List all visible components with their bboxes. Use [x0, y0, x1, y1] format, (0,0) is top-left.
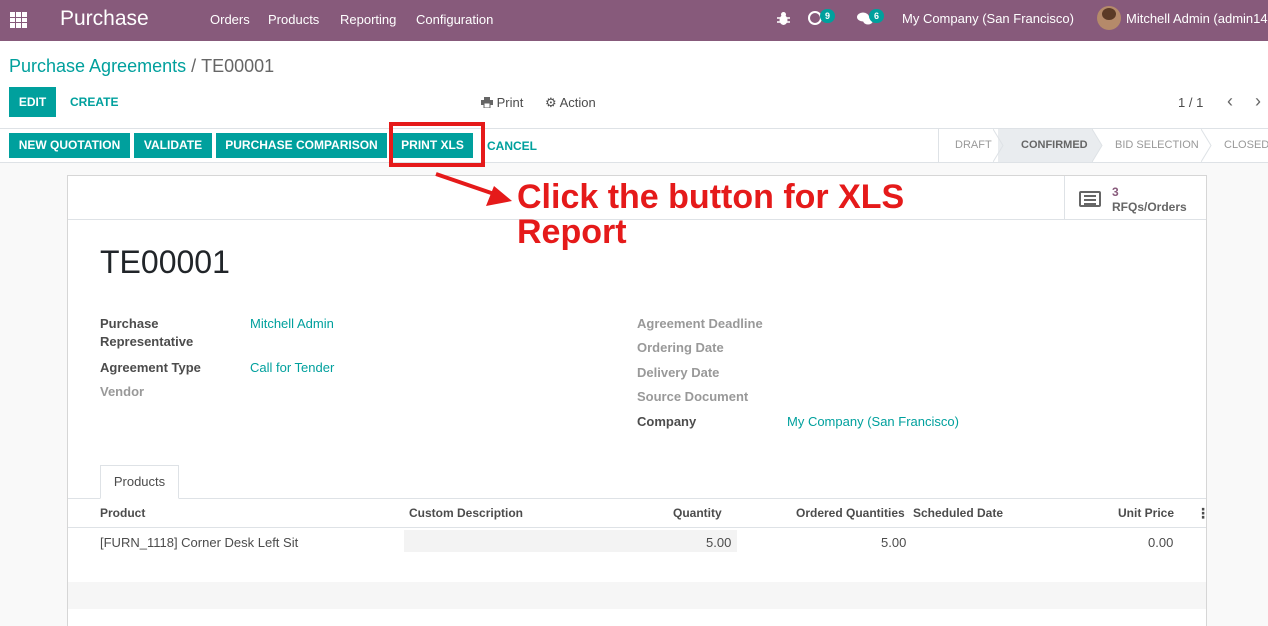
row-product[interactable]: [FURN_1118] Corner Desk Left Sit	[100, 535, 298, 550]
annotation-line2: Report	[517, 213, 627, 251]
user-avatar[interactable]	[1097, 6, 1121, 30]
breadcrumb-separator: /	[191, 56, 197, 76]
row-custom-description-cell[interactable]	[404, 530, 737, 552]
message-count-badge: 6	[869, 9, 885, 23]
empty-row	[68, 609, 1206, 626]
breadcrumb-parent-link[interactable]: Purchase Agreements	[9, 56, 186, 76]
bug-icon[interactable]	[777, 11, 790, 27]
column-scheduled-date[interactable]: Scheduled Date	[913, 506, 1003, 520]
column-quantity[interactable]: Quantity	[673, 506, 722, 520]
delivery-date-label: Delivery Date	[637, 365, 720, 380]
rfqs-orders-smart-button[interactable]: 3 RFQs/Orders	[1064, 176, 1206, 220]
tab-divider	[68, 498, 1206, 499]
validate-button[interactable]: VALIDATE	[134, 133, 212, 158]
rfqs-label: RFQs/Orders	[1112, 200, 1187, 214]
column-custom-description[interactable]: Custom Description	[409, 506, 523, 520]
status-bar: NEW QUOTATION VALIDATE PURCHASE COMPARIS…	[0, 129, 1268, 163]
pager-previous-icon[interactable]: ‹	[1227, 91, 1233, 112]
column-product[interactable]: Product	[100, 506, 145, 520]
stage-chevron-1	[993, 129, 1004, 162]
user-menu[interactable]: Mitchell Admin (admin14	[1126, 11, 1268, 26]
purchase-comparison-button[interactable]: PURCHASE COMPARISON	[216, 133, 387, 158]
agreement-type-label: Agreement Type	[100, 360, 201, 375]
apps-menu-icon[interactable]	[10, 12, 27, 28]
stage-draft: DRAFT	[955, 139, 992, 151]
ordering-date-label: Ordering Date	[637, 340, 724, 355]
annotation-arrow-icon	[435, 172, 512, 206]
purchase-rep-label-line2: Representative	[100, 334, 194, 349]
create-button[interactable]: CREATE	[70, 95, 118, 109]
stage-closed: CLOSED	[1224, 139, 1268, 151]
record-title: TE00001	[100, 244, 230, 280]
pager-value[interactable]: 1 / 1	[1178, 95, 1203, 110]
empty-row	[68, 555, 1206, 582]
action-dropdown[interactable]: ⚙ Action	[545, 95, 596, 111]
empty-row	[68, 582, 1206, 609]
agreement-type-value[interactable]: Call for Tender	[250, 360, 334, 375]
rfqs-count: 3	[1112, 185, 1119, 199]
action-label: Action	[559, 95, 596, 110]
print-xls-highlight	[389, 122, 485, 167]
pager-next-icon[interactable]: ›	[1255, 91, 1261, 112]
column-unit-price[interactable]: Unit Price	[1118, 506, 1174, 520]
purchase-rep-label-line1: Purchase	[100, 316, 159, 331]
purchase-rep-label: Purchase Representative	[100, 316, 193, 349]
vendor-label: Vendor	[100, 384, 145, 399]
annotation-text: Click the button for XLS Report	[517, 180, 904, 250]
new-quotation-button[interactable]: NEW QUOTATION	[9, 133, 130, 158]
purchase-rep-value[interactable]: Mitchell Admin	[250, 316, 334, 331]
top-navbar: Purchase Orders Products Reporting Confi…	[0, 0, 1268, 41]
list-icon	[1079, 191, 1101, 207]
menu-products[interactable]: Products	[268, 12, 319, 27]
column-ordered-quantities[interactable]: Ordered Quantities	[796, 506, 905, 520]
stage-pipeline: DRAFT CONFIRMED BID SELECTION CLOSED	[938, 129, 1268, 162]
breadcrumb-current: TE00001	[201, 56, 275, 76]
breadcrumb: Purchase Agreements / TE00001	[9, 56, 274, 77]
company-label: Company	[637, 414, 697, 429]
activity-count-badge: 9	[820, 9, 836, 23]
row-unit-price[interactable]: 0.00	[1148, 535, 1173, 550]
control-panel: Purchase Agreements / TE00001 EDIT CREATE …	[0, 41, 1268, 129]
print-dropdown[interactable]: Print	[481, 95, 523, 110]
company-switcher[interactable]: My Company (San Francisco)	[902, 11, 1074, 26]
cancel-button[interactable]: CANCEL	[487, 139, 537, 153]
stage-chevron-3	[1201, 129, 1212, 162]
menu-orders[interactable]: Orders	[210, 12, 250, 27]
print-icon	[481, 97, 493, 109]
row-ordered-quantities: 5.00	[881, 535, 907, 550]
agreement-deadline-label: Agreement Deadline	[637, 316, 763, 331]
stage-chevron-2	[1092, 129, 1103, 162]
company-value[interactable]: My Company (San Francisco)	[787, 414, 959, 429]
optional-columns-icon[interactable]: ⋮	[1196, 505, 1210, 522]
stage-confirmed: CONFIRMED	[1021, 139, 1088, 151]
stage-bid-selection: BID SELECTION	[1115, 139, 1199, 151]
menu-configuration[interactable]: Configuration	[416, 12, 493, 27]
app-name[interactable]: Purchase	[60, 7, 149, 31]
source-document-label: Source Document	[637, 389, 749, 404]
annotation-line1: Click the button for XLS	[517, 178, 905, 216]
edit-button[interactable]: EDIT	[9, 87, 56, 117]
menu-reporting[interactable]: Reporting	[340, 12, 396, 27]
gear-icon: ⚙	[545, 95, 557, 110]
tab-products[interactable]: Products	[100, 465, 179, 499]
row-quantity[interactable]: 5.00	[706, 535, 731, 550]
print-label: Print	[496, 95, 524, 110]
